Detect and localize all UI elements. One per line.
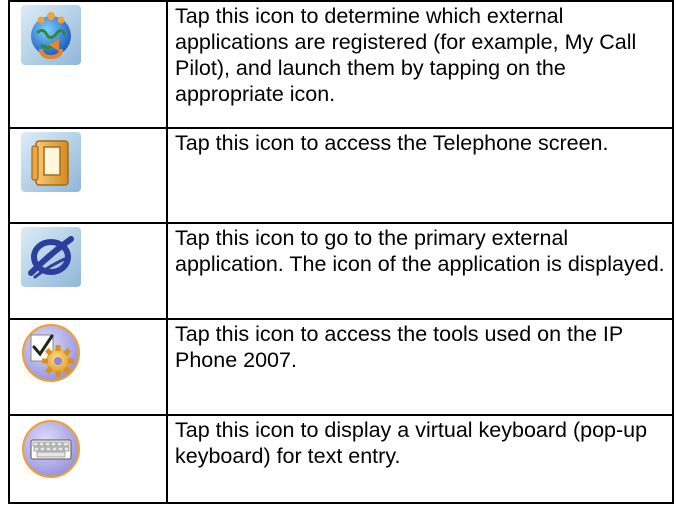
telephone-icon: [21, 132, 81, 192]
table-row: Tap this icon to display a virtual keybo…: [8, 414, 674, 504]
icon-description-table: Tap this icon to determine which externa…: [8, 0, 674, 504]
table-row: Tap this icon to go to the primary exter…: [8, 222, 674, 320]
table-row: Tap this icon to access the tools used o…: [8, 318, 674, 416]
primary-application-icon: [21, 227, 81, 287]
icon-cell: [8, 0, 168, 129]
keyboard-icon: [22, 420, 80, 478]
description-text: Tap this icon to go to the primary exter…: [166, 222, 674, 320]
external-applications-icon: [21, 5, 81, 65]
description-text: Tap this icon to display a virtual keybo…: [166, 414, 674, 504]
table-row: Tap this icon to determine which externa…: [8, 0, 674, 129]
table-row: Tap this icon to access the Telephone sc…: [8, 127, 674, 224]
tools-icon: [22, 324, 80, 382]
description-text: Tap this icon to access the tools used o…: [166, 318, 674, 416]
icon-cell: [8, 318, 168, 416]
description-text: Tap this icon to determine which externa…: [166, 0, 674, 129]
icon-cell: [8, 414, 168, 504]
description-text: Tap this icon to access the Telephone sc…: [166, 127, 674, 224]
icon-cell: [8, 127, 168, 224]
icon-cell: [8, 222, 168, 320]
